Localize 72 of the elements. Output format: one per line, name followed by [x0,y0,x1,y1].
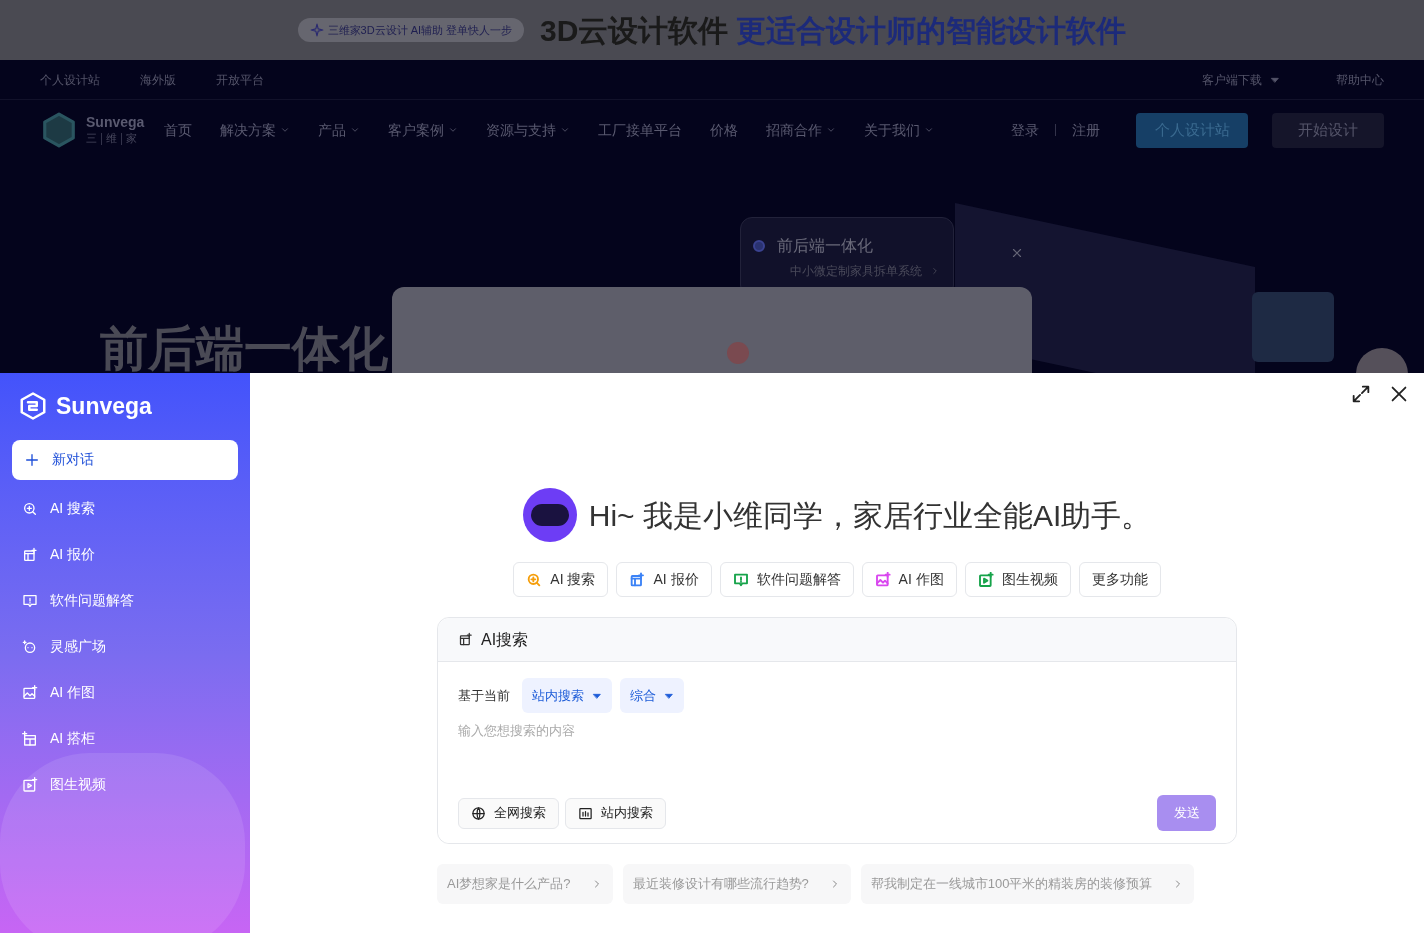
greeting-text: Hi~ 我是小维同学，家居行业全能AI助手。 [588,497,1152,534]
chevron-right-icon [930,266,940,276]
document-icon [22,546,38,563]
nav-item[interactable]: 价格 [710,119,739,141]
sidebar-item[interactable]: AI 作图 [12,669,238,716]
chevron-down-icon [350,125,361,135]
document-icon [458,632,473,647]
scope-label: 基于当前 [458,686,510,705]
chevron-down-icon [448,125,459,135]
feature-card-title: 前后端一体化 [777,236,873,256]
feature-chip[interactable]: 软件问题解答 [719,562,854,597]
new-chat-button[interactable]: 新对话 [12,439,238,480]
globe-icon [471,805,486,821]
sidebar-item[interactable]: AI 报价 [12,531,238,578]
scope-dropdown[interactable]: 站内搜索 [522,678,612,713]
feature-chip[interactable]: AI 搜索 [513,562,609,597]
suggestion-button[interactable]: AI梦想家是什么产品? [437,864,613,904]
logo-subtext: 维 [106,131,117,146]
register-link[interactable]: 注册 [1072,119,1100,141]
chevron-down-icon [280,125,291,135]
cabinet-icon [22,730,38,747]
feature-chip[interactable]: AI 报价 [616,562,712,597]
search-mode-button[interactable]: 全网搜索 [458,797,559,829]
search-mode-button[interactable]: 站内搜索 [565,797,666,829]
logo-subtext: 家 [126,131,137,146]
nav-item[interactable]: 资源与支持 [486,119,571,141]
banner-headline: 3D云设计软件 [540,12,729,49]
nav-item[interactable]: 首页 [164,119,193,141]
start-design-button[interactable]: 开始设计 [1272,112,1384,148]
top-link[interactable]: 海外版 [140,70,176,89]
cube-logo-icon [18,391,48,422]
top-link[interactable]: 帮助中心 [1336,70,1384,89]
search-icon [22,500,38,517]
chevron-down-icon [924,125,935,135]
feature-chip[interactable]: AI 作图 [861,562,957,597]
sidebar-item[interactable]: 软件问题解答 [12,577,238,624]
sidebar-item[interactable]: AI 搭柜 [12,715,238,762]
expand-icon [1350,383,1372,405]
brand-name: Sunvega [56,392,152,421]
message-icon [22,592,38,609]
nav-item[interactable]: 产品 [318,119,361,141]
nav-item[interactable]: 招商合作 [766,119,837,141]
chevron-down-icon [826,125,837,135]
window-icon [578,805,593,821]
feature-chip[interactable]: 更多功能 [1078,562,1161,597]
search-card-title: AI搜索 [481,629,529,650]
nav-item[interactable]: 解决方案 [220,119,291,141]
sparkle-icon [309,23,324,37]
nav-item[interactable]: 客户案例 [388,119,459,141]
top-link[interactable]: 开放平台 [216,70,264,89]
video-icon [22,776,38,793]
sidebar-item[interactable]: 图生视频 [12,761,238,808]
robot-avatar-icon [522,488,577,542]
logo-text: Sunvega [86,114,145,132]
chevron-down-icon [560,125,571,135]
nav-item[interactable]: 关于我们 [864,119,935,141]
scope-dropdown[interactable]: 综合 [620,678,684,713]
sidebar-item[interactable]: AI 搜索 [12,485,238,532]
sidebar-item[interactable]: 灵感广场 [12,623,238,670]
top-link[interactable]: 个人设计站 [40,70,100,89]
top-link[interactable]: 客户端下载 [1202,70,1280,89]
close-icon [1010,246,1024,260]
feature-chip[interactable]: 图生视频 [964,562,1071,597]
hero-title: 前后端一体化 [100,325,388,373]
nav-item[interactable]: 工厂接单平台 [598,119,683,141]
sparkle-face-icon [22,638,38,655]
plus-icon [24,451,40,468]
suggestion-button[interactable]: 最近装修设计有哪些流行趋势? [622,864,851,904]
expand-button[interactable] [1350,383,1372,405]
image-icon [22,684,38,701]
login-link[interactable]: 登录 [1011,119,1039,141]
cube-logo-icon [40,111,78,149]
